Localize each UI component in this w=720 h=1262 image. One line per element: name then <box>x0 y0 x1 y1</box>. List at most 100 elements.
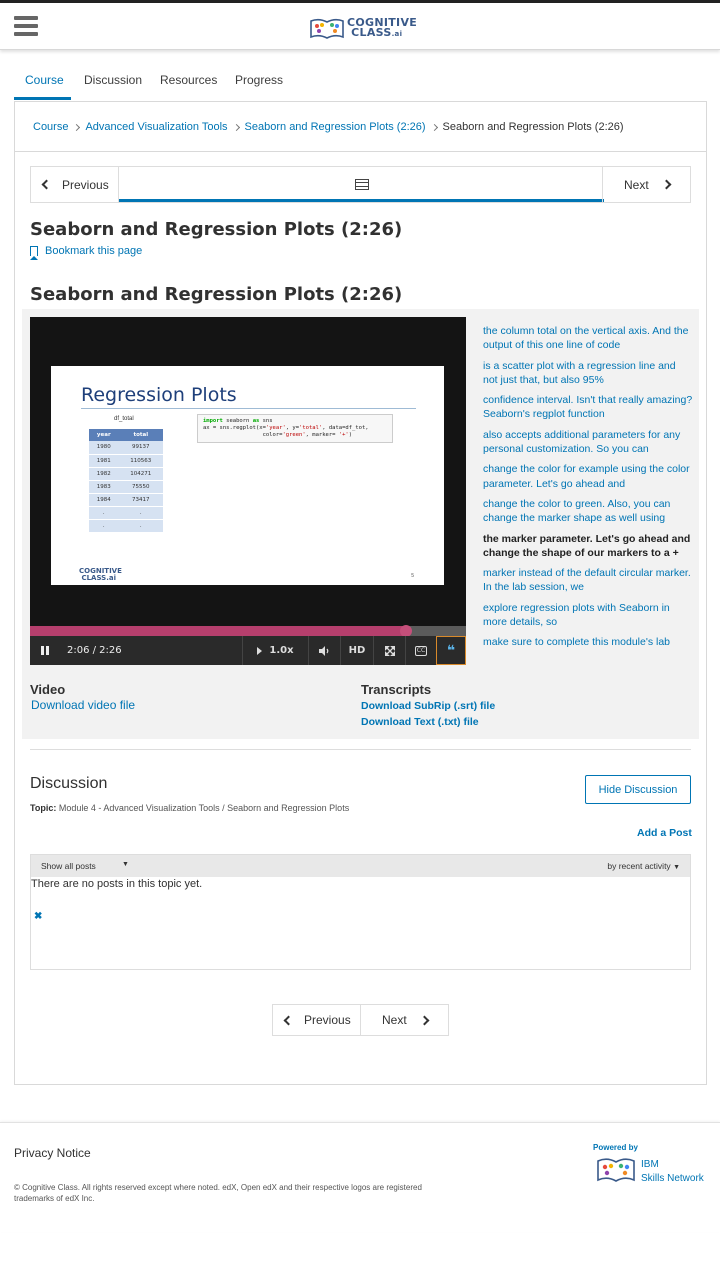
video-progress-bar[interactable] <box>30 625 466 637</box>
hd-button[interactable]: HD <box>340 636 373 665</box>
divider <box>15 151 706 152</box>
bookmark-button[interactable]: Bookmark this page <box>30 245 142 260</box>
bookmark-icon <box>30 246 38 260</box>
table-header: year <box>89 429 119 441</box>
topic-label: Topic: <box>30 803 57 813</box>
volume-button[interactable] <box>308 636 340 665</box>
video-controls: 2:06 / 2:26 1.0x HD CC ❝ <box>30 636 466 665</box>
speed-label: 1.0x <box>269 645 294 656</box>
previous-unit-button-bottom[interactable]: Previous <box>273 1005 361 1035</box>
next-label: Next <box>382 1013 407 1027</box>
topic-value: Module 4 - Advanced Visualization Tools … <box>58 803 350 813</box>
table-cell: 110563 <box>118 454 163 468</box>
fullscreen-icon <box>384 645 395 656</box>
discussion-topic: Topic: Module 4 - Advanced Visualization… <box>30 803 349 813</box>
chevron-right-icon <box>419 1015 430 1025</box>
add-post-link[interactable]: Add a Post <box>637 827 692 839</box>
menu-icon[interactable] <box>14 16 38 36</box>
ibm-skills-network-logo[interactable] <box>596 1156 636 1182</box>
pause-button[interactable] <box>30 636 60 665</box>
closed-captions-button[interactable]: CC <box>405 636 436 665</box>
table-cell: 104271 <box>118 467 163 481</box>
discussion-title: Discussion <box>30 775 108 792</box>
transcript-line[interactable]: the column total on the vertical axis. A… <box>483 324 693 353</box>
tab-course[interactable]: Course <box>25 73 64 87</box>
code-snippet: import seaborn as sns ax = sns.regplot(x=… <box>197 414 393 443</box>
slide-logo: COGNITIVE CLASS.ai <box>79 567 122 582</box>
transcript-line[interactable]: change the color for example using the c… <box>483 462 693 491</box>
sort-label: by recent activity <box>607 861 671 871</box>
divider <box>30 749 691 750</box>
table-cell: 73417 <box>118 493 163 507</box>
breadcrumb-subsection[interactable]: Seaborn and Regression Plots (2:26) <box>245 121 426 133</box>
breadcrumb-section[interactable]: Advanced Visualization Tools <box>85 121 227 133</box>
powered-by-label: Powered by <box>593 1143 638 1152</box>
download-txt-link[interactable]: Download Text (.txt) file <box>361 716 479 728</box>
time-display: 2:06 / 2:26 <box>67 645 122 656</box>
table-cell: . <box>118 519 163 533</box>
site-logo[interactable]: COGNITIVE CLASS.ai <box>310 17 417 39</box>
chevron-right-icon <box>73 123 81 132</box>
ibm-skills-network-text[interactable]: IBM Skills Network <box>641 1158 704 1186</box>
next-unit-button-bottom[interactable]: Next <box>361 1005 449 1035</box>
video-download-heading: Video <box>30 682 66 697</box>
table-cell: . <box>89 506 119 520</box>
chevron-left-icon <box>283 1015 294 1025</box>
transcript-line[interactable]: marker instead of the default circular m… <box>483 566 693 595</box>
transcript-line[interactable]: also accepts additional parameters for a… <box>483 428 693 457</box>
play-speed-icon <box>257 646 263 655</box>
table-cell: 75550 <box>118 480 163 494</box>
unit-title: Seaborn and Regression Plots (2:26) <box>30 219 403 240</box>
posts-list: Show all posts ▼ by recent activity ▼ Th… <box>30 854 691 970</box>
site-footer: Privacy Notice © Cognitive Class. All ri… <box>0 1122 720 1232</box>
breadcrumb: Course Advanced Visualization Tools Seab… <box>33 121 624 133</box>
transcript-panel[interactable]: the column total on the vertical axis. A… <box>483 324 693 656</box>
chevron-right-icon <box>232 123 240 132</box>
table-header: total <box>118 429 163 441</box>
post-filter-select[interactable]: Show all posts <box>41 861 96 871</box>
transcript-line[interactable]: explore regression plots with Seaborn in… <box>483 601 693 630</box>
hide-discussion-button[interactable]: Hide Discussion <box>585 775 691 804</box>
sequence-nav: Previous Next <box>30 166 691 203</box>
previous-label: Previous <box>62 177 109 192</box>
quote-icon: ❝ <box>446 642 456 659</box>
speed-button[interactable]: 1.0x <box>242 636 308 665</box>
previous-unit-button[interactable]: Previous <box>31 167 119 202</box>
course-tabs: Course Discussion Resources Progress <box>14 62 706 100</box>
tab-progress[interactable]: Progress <box>235 73 283 87</box>
transcript-line[interactable]: is a scatter plot with a regression line… <box>483 359 693 388</box>
chevron-right-icon <box>661 179 672 190</box>
site-header: COGNITIVE CLASS.ai <box>0 3 720 50</box>
slide-page-number: 5 <box>411 573 414 579</box>
slide-rule <box>81 408 416 409</box>
table-cell: . <box>118 506 163 520</box>
post-sort-select[interactable]: by recent activity ▼ <box>607 861 680 871</box>
tab-resources[interactable]: Resources <box>160 73 217 87</box>
copyright-text: © Cognitive Class. All rights reserved e… <box>14 1183 422 1203</box>
table-cell: 1980 <box>89 441 119 455</box>
video-frame-slide: Regression Plots df_total year total 198… <box>51 366 444 585</box>
download-srt-link[interactable]: Download SubRip (.srt) file <box>361 700 495 712</box>
breadcrumb-course[interactable]: Course <box>33 121 68 133</box>
logo-text: COGNITIVE CLASS.ai <box>347 15 418 39</box>
fullscreen-button[interactable] <box>373 636 405 665</box>
next-unit-button[interactable]: Next <box>602 167 690 202</box>
transcript-line[interactable]: confidence interval. Isn't that really a… <box>483 393 693 422</box>
table-cell: 1984 <box>89 493 119 507</box>
volume-icon <box>319 645 329 656</box>
progress-fill <box>30 626 407 636</box>
table-cell: 1983 <box>89 480 119 494</box>
unit-tab-video[interactable] <box>119 167 604 202</box>
close-icon[interactable]: ✖ <box>34 911 42 922</box>
transcript-line[interactable]: make sure to complete this module's lab <box>483 635 693 649</box>
table-cell: . <box>89 519 119 533</box>
transcript-line[interactable]: the marker parameter. Let's go ahead and… <box>483 532 693 561</box>
df-label: df_total <box>114 416 134 422</box>
tab-discussion[interactable]: Discussion <box>84 73 142 87</box>
transcript-line[interactable]: change the color to green. Also, you can… <box>483 497 693 526</box>
transcripts-heading: Transcripts <box>361 682 432 697</box>
transcript-toggle-button[interactable]: ❝ <box>436 636 466 665</box>
privacy-notice-link[interactable]: Privacy Notice <box>14 1146 91 1160</box>
closed-captions-icon: CC <box>414 645 428 656</box>
download-video-link[interactable]: Download video file <box>31 698 135 712</box>
